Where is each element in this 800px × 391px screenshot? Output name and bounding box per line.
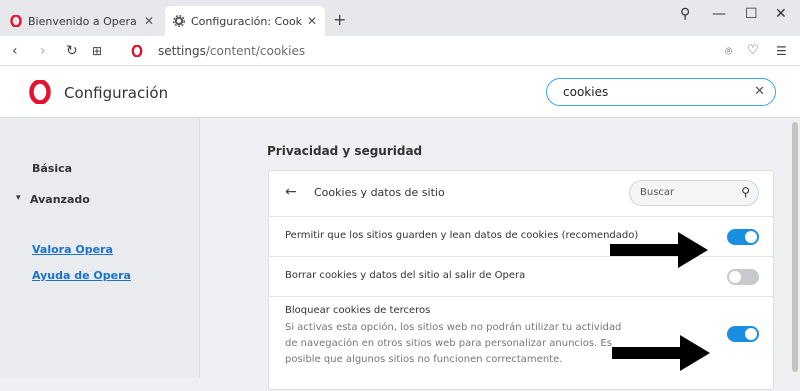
speed-dial-icon[interactable]: ⊞ — [92, 44, 102, 58]
gear-icon — [173, 15, 185, 27]
tab-welcome[interactable]: Bienvenido a Opera ✕ — [2, 6, 162, 36]
sidebar-item-basica[interactable]: Básica — [32, 162, 72, 175]
url-path: /content/cookies — [205, 44, 306, 58]
link-valora-opera[interactable]: Valora Opera — [32, 243, 113, 256]
back-icon[interactable]: ‹ — [12, 43, 18, 59]
opera-logo-icon — [29, 80, 51, 104]
back-arrow-icon[interactable]: ← — [285, 184, 297, 200]
main-content: Privacidad y seguridad ← Cookies y datos… — [200, 118, 790, 390]
scrollbar[interactable] — [790, 118, 800, 378]
minimize-icon[interactable]: — — [712, 6, 726, 22]
maximize-icon[interactable]: ☐ — [745, 6, 758, 22]
close-icon[interactable]: ✕ — [307, 14, 317, 28]
opera-icon — [10, 15, 22, 27]
allow-cookies-toggle[interactable] — [727, 229, 759, 245]
tab-title: Bienvenido a Opera — [28, 14, 137, 28]
close-icon[interactable]: ✕ — [144, 14, 154, 28]
row-label: Bloquear cookies de terceros — [285, 305, 431, 316]
scrollbar-thumb[interactable] — [792, 122, 798, 372]
camera-icon[interactable]: ⌾ — [725, 44, 732, 59]
heart-icon[interactable]: ♡ — [747, 43, 759, 58]
clear-on-exit-toggle[interactable] — [727, 269, 759, 285]
chevron-down-icon[interactable]: ▾ — [16, 193, 21, 203]
url-host: settings — [158, 44, 206, 58]
page-title: Configuración — [64, 84, 169, 102]
tab-title: Configuración: Cookies y d — [191, 14, 303, 28]
row-description: Si activas esta opción, los sitios web n… — [285, 322, 622, 365]
window-close-icon[interactable]: ✕ — [775, 6, 787, 22]
new-tab-icon[interactable]: + — [333, 10, 346, 29]
link-ayuda-opera[interactable]: Ayuda de Opera — [32, 269, 131, 282]
search-tabs-icon[interactable]: ⚲ — [680, 6, 690, 22]
settings-search-input[interactable]: cookies ✕ — [546, 78, 776, 106]
settings-header: Configuración cookies ✕ — [0, 66, 800, 118]
search-value: cookies — [563, 85, 609, 99]
url-field[interactable]: settings/content/cookies — [158, 44, 305, 58]
search-icon[interactable]: ⚲ — [741, 185, 750, 199]
sidebar: Básica ▾ Avanzado Valora Opera Ayuda de … — [0, 118, 200, 378]
section-title: Privacidad y seguridad — [267, 144, 423, 158]
row-label: Permitir que los sitios guarden y lean d… — [285, 230, 639, 241]
annotation-arrow-icon — [612, 335, 710, 371]
block-third-party-toggle[interactable] — [727, 326, 759, 342]
reload-icon[interactable]: ↻ — [66, 43, 78, 59]
tab-settings[interactable]: Configuración: Cookies y d ✕ — [165, 6, 325, 36]
tab-strip: Bienvenido a Opera ✕ Configuración: Cook… — [0, 0, 800, 36]
clear-search-icon[interactable]: ✕ — [754, 84, 765, 99]
sidebar-item-avanzado[interactable]: Avanzado — [30, 193, 90, 206]
card-title: Cookies y datos de sitio — [314, 186, 445, 199]
address-bar: ‹ › ↻ ⊞ settings/content/cookies ⌾ ♡ ☰ — [0, 36, 800, 66]
card-header: ← Cookies y datos de sitio Buscar ⚲ — [269, 171, 773, 217]
annotation-arrow-icon — [610, 232, 708, 268]
easy-setup-icon[interactable]: ☰ — [776, 44, 787, 58]
search-placeholder: Buscar — [640, 187, 675, 198]
toggle-knob — [745, 231, 757, 243]
opera-icon — [131, 45, 143, 57]
forward-icon[interactable]: › — [40, 43, 46, 59]
toggle-knob — [729, 271, 741, 283]
toggle-knob — [745, 328, 757, 340]
cookies-search-input[interactable]: Buscar ⚲ — [629, 180, 759, 206]
row-label: Borrar cookies y datos del sitio al sali… — [285, 270, 526, 281]
